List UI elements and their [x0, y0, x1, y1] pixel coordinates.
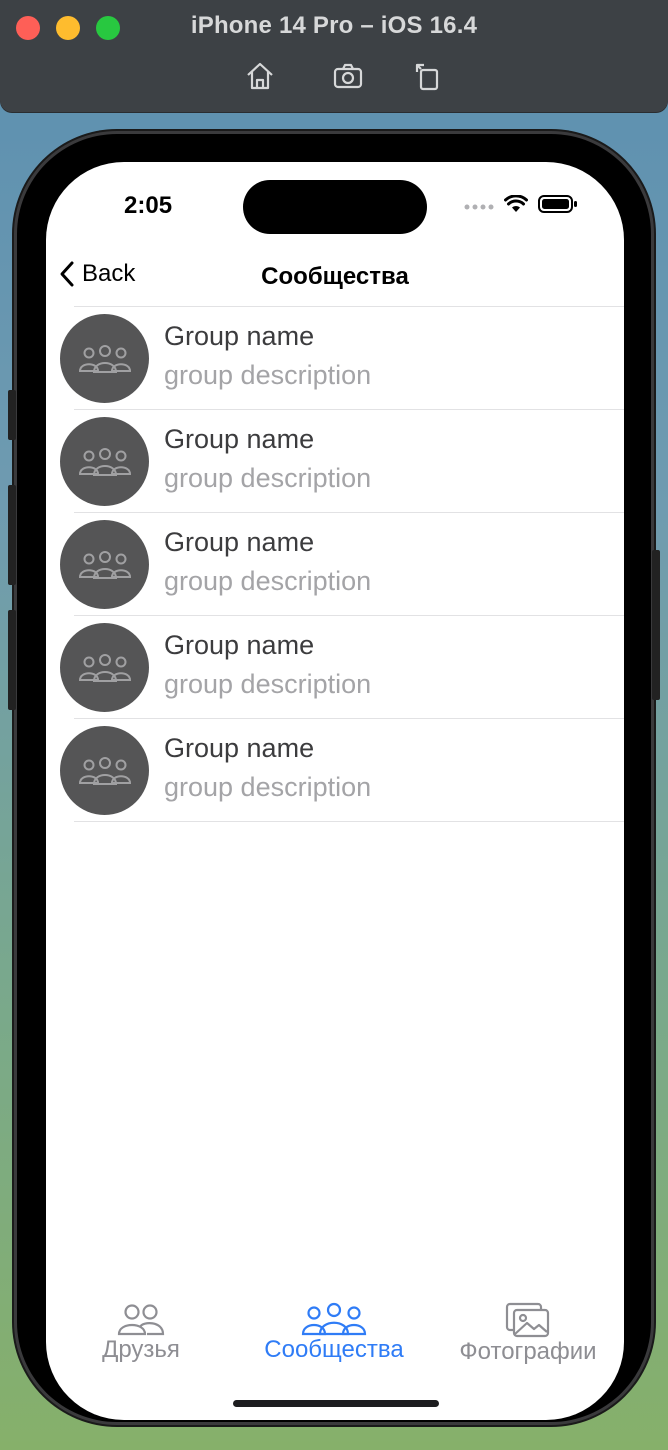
list-item[interactable]: Group name group description: [46, 719, 624, 822]
list-item[interactable]: Group name group description: [46, 410, 624, 513]
group-icon: [78, 550, 131, 579]
simulator-title: iPhone 14 Pro – iOS 16.4: [190, 12, 478, 39]
list-item[interactable]: Group name group description: [46, 616, 624, 719]
tab-communities-label: Сообщества: [264, 1336, 404, 1363]
tab-friends-label: Друзья: [102, 1336, 180, 1363]
battery-icon: [538, 194, 578, 219]
photos-icon: [505, 1302, 550, 1338]
volume-up-button: [8, 485, 16, 585]
home-indicator: [233, 1400, 439, 1407]
volume-down-button: [8, 610, 16, 710]
friends-icon: [117, 1304, 165, 1336]
rotate-icon[interactable]: [410, 58, 446, 94]
communities-icon: [301, 1302, 367, 1336]
page-title: Сообщества: [261, 263, 409, 290]
status-icons: [464, 194, 578, 219]
group-description: group description: [164, 669, 372, 699]
list-item[interactable]: Group name group description: [46, 513, 624, 616]
group-avatar: [60, 726, 149, 815]
group-description: group description: [164, 360, 372, 390]
power-button: [652, 550, 660, 700]
group-name: Group name: [164, 630, 315, 660]
tab-communities[interactable]: Сообщества: [254, 1302, 414, 1364]
group-name: Group name: [164, 321, 315, 351]
status-time: 2:05: [124, 192, 173, 219]
simulator-titlebar: iPhone 14 Pro – iOS 16.4: [0, 0, 668, 112]
phone-screen: 2:05 Back Сообщества Group name group de…: [46, 162, 624, 1420]
group-icon: [78, 756, 131, 785]
navigation-bar: Back Сообщества: [46, 250, 624, 306]
screenshot-icon[interactable]: [330, 58, 366, 94]
group-icon: [78, 344, 131, 373]
group-name: Group name: [164, 527, 315, 557]
group-avatar: [60, 417, 149, 506]
home-icon[interactable]: [242, 58, 278, 94]
group-icon: [78, 653, 131, 682]
wifi-icon: [504, 194, 528, 218]
group-description: group description: [164, 463, 372, 493]
tab-bar: Друзья Сообщества Фотографии: [46, 1302, 624, 1382]
group-name: Group name: [164, 424, 315, 454]
group-name: Group name: [164, 733, 315, 763]
action-button: [8, 390, 16, 440]
group-icon: [78, 447, 131, 476]
list-item[interactable]: Group name group description: [46, 307, 624, 410]
tab-friends[interactable]: Друзья: [96, 1302, 186, 1364]
tab-photos[interactable]: Фотографии: [450, 1302, 606, 1366]
dynamic-island: [243, 180, 427, 234]
group-avatar: [60, 623, 149, 712]
group-avatar: [60, 314, 149, 403]
row-divider: [74, 821, 624, 822]
group-description: group description: [164, 566, 372, 596]
cellular-signal-icon: [464, 198, 494, 216]
tab-photos-label: Фотографии: [459, 1338, 597, 1365]
group-description: group description: [164, 772, 372, 802]
groups-list: Group name group description Group name …: [46, 307, 624, 822]
group-avatar: [60, 520, 149, 609]
